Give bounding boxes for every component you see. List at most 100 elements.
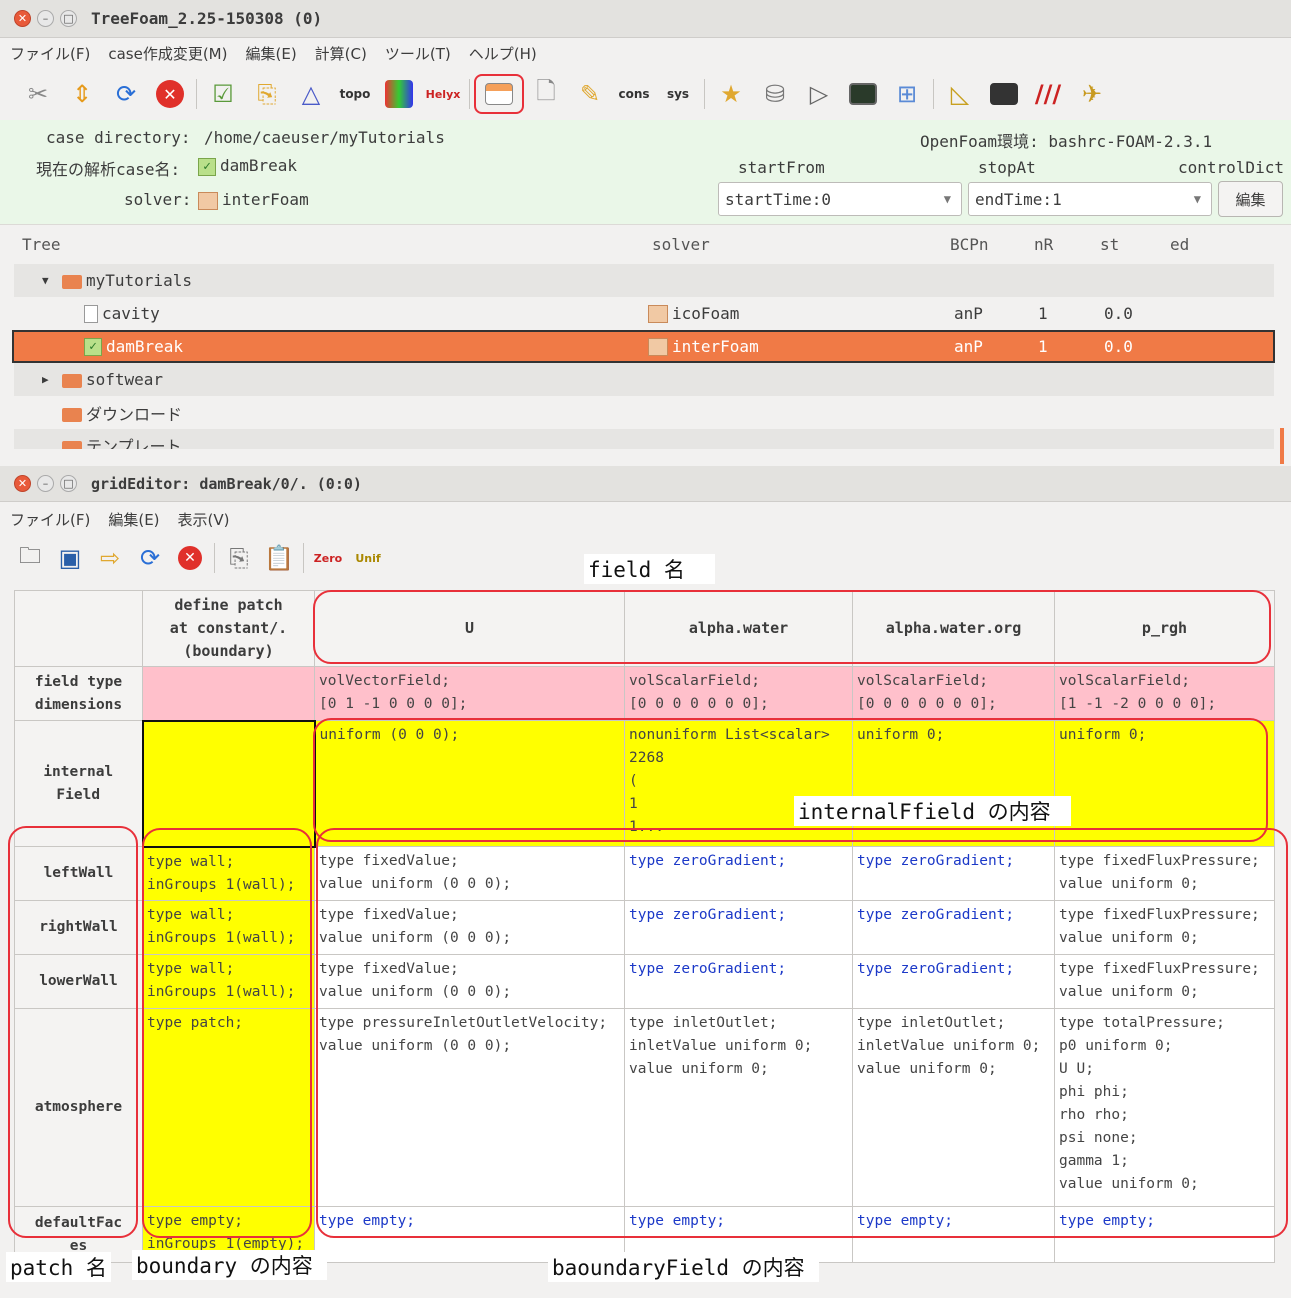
- tree-header: Tree solver BCPn nR st ed: [0, 224, 1291, 264]
- close-icon[interactable]: ✕: [14, 475, 31, 492]
- paraview-icon[interactable]: ///: [1026, 74, 1070, 114]
- row-header[interactable]: field type dimensions: [14, 666, 143, 721]
- expand-icon[interactable]: ▼: [42, 274, 49, 287]
- refresh-icon[interactable]: ⟳: [104, 74, 148, 114]
- main-toolbar: ✂ ⇕ ⟳ ✕ ☑ ⎘ △ topo Helyx 🗋 ✎ cons sys ★ …: [0, 68, 1291, 120]
- main-menu-item[interactable]: 編集(E): [245, 43, 296, 64]
- main-menu-item[interactable]: ファイル(F): [10, 43, 90, 64]
- tree-col-bcpn[interactable]: BCPn: [950, 235, 989, 254]
- tree-row[interactable]: cavity icoFoam anP 1 0.0: [14, 297, 1274, 330]
- case-info-panel: case directory: /home/caeuser/myTutorial…: [0, 120, 1291, 224]
- run-icon[interactable]: ▷: [797, 74, 841, 114]
- mesh-icon[interactable]: △: [289, 74, 333, 114]
- copy-icon[interactable]: ⎘: [219, 538, 259, 578]
- main-menu-item[interactable]: ヘルプ(H): [469, 43, 537, 64]
- monitor-icon[interactable]: [841, 74, 885, 114]
- toolbar-separator: [933, 79, 934, 109]
- solver-icon: [648, 305, 668, 324]
- tree-row-nr: 1: [1038, 304, 1048, 323]
- plane-icon[interactable]: ✈: [1070, 74, 1114, 114]
- start-from-value: startTime:0: [725, 189, 831, 209]
- tree-row-nr: 1: [1038, 337, 1048, 356]
- stop-icon[interactable]: ✕: [148, 74, 192, 114]
- doc-icon[interactable]: 🗋: [524, 74, 568, 114]
- folder-icon: [62, 274, 82, 289]
- tree-row-solver: interFoam: [672, 336, 759, 356]
- case-tree: ▼ myTutorials cavity icoFoam anP 1 0.0 ✓…: [0, 264, 1291, 464]
- corner-cell[interactable]: [14, 590, 143, 667]
- control-dict-label: controlDict: [1178, 158, 1284, 177]
- open-folder-icon[interactable]: 🗀: [10, 538, 50, 578]
- field-type-cell[interactable]: volScalarField; [0 0 0 0 0 0 0];: [624, 666, 853, 721]
- maximize-icon[interactable]: □: [60, 475, 77, 492]
- copy-icon[interactable]: ⎘: [245, 74, 289, 114]
- helyx-icon[interactable]: Helyx: [421, 74, 465, 114]
- tree-row-name: cavity: [102, 303, 160, 323]
- field-type-cell[interactable]: [142, 666, 315, 721]
- main-menu-item[interactable]: case作成変更(M): [108, 43, 227, 64]
- cons-icon[interactable]: cons: [612, 74, 656, 114]
- export-icon[interactable]: ⇨: [90, 538, 130, 578]
- grid-editor-icon[interactable]: [474, 74, 524, 114]
- stop-at-select[interactable]: endTime:1 ▼: [968, 182, 1212, 216]
- updown-icon[interactable]: ⇕: [60, 74, 104, 114]
- toolbar-separator: [214, 543, 215, 573]
- grid-menu-item[interactable]: 表示(V): [178, 509, 230, 530]
- tree-row[interactable]: テンプレート: [14, 429, 1274, 449]
- clear-icon[interactable]: ⛁: [753, 74, 797, 114]
- tree-row-name: テンプレート: [86, 437, 182, 449]
- tree-col-st[interactable]: st: [1100, 235, 1119, 254]
- field-type-cell[interactable]: volScalarField; [1 -1 -2 0 0 0 0];: [1054, 666, 1275, 721]
- grid-window-title: gridEditor: damBreak/0/. (0:0): [91, 474, 362, 493]
- tree-row-selected[interactable]: ✓ damBreak interFoam anP 1 0.0: [12, 330, 1275, 363]
- patch-name-highlight: [8, 826, 138, 1238]
- topo-icon[interactable]: topo: [333, 74, 377, 114]
- sys-icon[interactable]: sys: [656, 74, 700, 114]
- boundary-field-highlight: [316, 828, 1288, 1238]
- folder-star-icon[interactable]: ★: [709, 74, 753, 114]
- layout-icon[interactable]: ⊞: [885, 74, 929, 114]
- solver-value: interFoam: [222, 190, 309, 209]
- field-type-cell[interactable]: volVectorField; [0 1 -1 0 0 0 0];: [314, 666, 625, 721]
- grid-menu-item[interactable]: 編集(E): [108, 509, 159, 530]
- tree-col-tree[interactable]: Tree: [22, 235, 61, 254]
- openfoam-env: OpenFoam環境: bashrc-FOAM-2.3.1: [920, 132, 1213, 151]
- grid-menu-item[interactable]: ファイル(F): [10, 509, 90, 530]
- patch-name-annotation: patch 名: [6, 1252, 111, 1282]
- expand-icon[interactable]: ▶: [42, 373, 49, 386]
- tree-row-bcpn: anP: [954, 304, 983, 323]
- main-menu-item[interactable]: ツール(T): [385, 43, 451, 64]
- minimize-icon[interactable]: –: [37, 10, 54, 27]
- terminal-icon[interactable]: [982, 74, 1026, 114]
- start-from-select[interactable]: startTime:0 ▼: [718, 182, 962, 216]
- edit-icon[interactable]: ✎: [568, 74, 612, 114]
- triangle-icon[interactable]: ◺: [938, 74, 982, 114]
- tree-row[interactable]: ダウンロード: [14, 396, 1274, 429]
- define-patch-header[interactable]: define patch at constant/. (boundary): [142, 590, 315, 667]
- close-icon[interactable]: ✕: [14, 10, 31, 27]
- save-icon[interactable]: ▣: [50, 538, 90, 578]
- file-icon: [84, 305, 98, 324]
- case-directory-value: /home/caeuser/myTutorials: [204, 128, 445, 147]
- tree-col-nr[interactable]: nR: [1034, 235, 1053, 254]
- edit-button[interactable]: 編集: [1218, 181, 1283, 217]
- mreg-icon[interactable]: [377, 74, 421, 114]
- minimize-icon[interactable]: –: [37, 475, 54, 492]
- zero-icon[interactable]: Zero: [308, 538, 348, 578]
- tools-icon[interactable]: ✂: [16, 74, 60, 114]
- main-menu-item[interactable]: 計算(C): [315, 43, 367, 64]
- checklist-icon[interactable]: ☑: [201, 74, 245, 114]
- tree-row[interactable]: ▶ softwear: [14, 363, 1274, 396]
- field-type-cell[interactable]: volScalarField; [0 0 0 0 0 0 0];: [852, 666, 1055, 721]
- scrollbar[interactable]: [1280, 428, 1284, 464]
- refresh-icon[interactable]: ⟳: [130, 538, 170, 578]
- paste-icon[interactable]: 📋: [259, 538, 299, 578]
- maximize-icon[interactable]: □: [60, 10, 77, 27]
- tree-col-ed[interactable]: ed: [1170, 235, 1189, 254]
- tree-row-name: softwear: [86, 370, 164, 389]
- unif-icon[interactable]: Unif: [348, 538, 388, 578]
- tree-row[interactable]: ▼ myTutorials: [14, 264, 1274, 297]
- stop-icon[interactable]: ✕: [170, 538, 210, 578]
- current-case-value: damBreak: [220, 156, 298, 175]
- tree-col-solver[interactable]: solver: [652, 235, 710, 254]
